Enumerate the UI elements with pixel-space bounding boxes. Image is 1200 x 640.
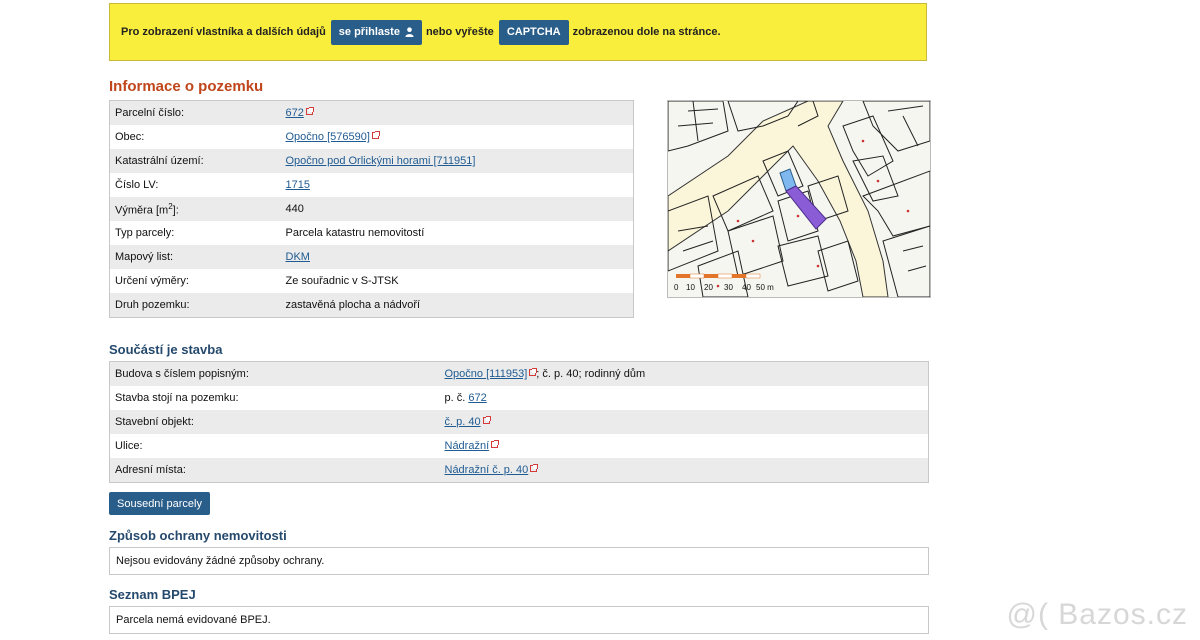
bpej-section-title: Seznam BPEJ: [109, 587, 196, 602]
table-row: Adresní místa: Nádražní č. p. 40: [109, 458, 929, 483]
neighbor-parcels-button[interactable]: Sousední parcely: [109, 492, 210, 515]
table-row: Mapový list: DKM: [109, 245, 634, 269]
table-row: Typ parcely: Parcela katastru nemovitost…: [109, 221, 634, 245]
cadastral-map[interactable]: 0 10 20 30 40 50 m: [667, 100, 931, 298]
bpej-text: Parcela nemá evidované BPEJ.: [116, 614, 271, 626]
stands-on-parcel-link[interactable]: 672: [468, 392, 486, 404]
parcel-section-title: Informace o pozemku: [109, 78, 264, 95]
table-row: Výměra [m2]: 440: [109, 197, 634, 221]
building-suffix: ; č. p. 40; rodinný dům: [536, 368, 646, 380]
address-link[interactable]: Nádražní č. p. 40: [445, 464, 529, 476]
captcha-button-label: CAPTCHA: [506, 25, 561, 38]
lv-number-link[interactable]: 1715: [286, 179, 310, 191]
table-row: Stavba stojí na pozemku: p. č. 672: [109, 386, 929, 410]
table-row: Obec: Opočno [576590]: [109, 125, 634, 149]
banner-text-after: zobrazenou dole na stránce.: [572, 26, 721, 38]
building-link[interactable]: Opočno [111953]: [445, 368, 528, 380]
row-label: Číslo LV:: [109, 173, 281, 197]
map-sheet-link[interactable]: DKM: [286, 251, 310, 263]
table-row: Parcelní číslo: 672: [109, 100, 634, 125]
area-value: 440: [280, 197, 634, 221]
row-label: Stavba stojí na pozemku:: [109, 386, 440, 410]
row-label: Mapový list:: [109, 245, 281, 269]
login-banner: Pro zobrazení vlastníka a dalších údajů …: [109, 3, 927, 61]
scale-label: 20: [704, 283, 713, 292]
parcel-type-value: Parcela katastru nemovitostí: [280, 221, 634, 245]
scale-label: 50 m: [756, 283, 774, 292]
table-row: Budova s číslem popisným: Opočno [111953…: [109, 361, 929, 386]
scale-label: 10: [686, 283, 695, 292]
scale-label: 40: [742, 283, 751, 292]
external-link-icon[interactable]: [305, 107, 314, 115]
banner-text-middle: nebo vyřešte: [425, 26, 494, 38]
scale-label: 0: [674, 283, 679, 292]
external-link-icon[interactable]: [371, 131, 380, 139]
external-link-icon[interactable]: [530, 464, 539, 472]
table-row: Druh pozemku: zastavěná plocha a nádvoří: [109, 293, 634, 318]
table-row: Číslo LV: 1715: [109, 173, 634, 197]
building-section-title: Součástí je stavba: [109, 342, 223, 357]
row-label: Obec:: [109, 125, 281, 149]
row-label: Adresní místa:: [109, 458, 440, 483]
parcel-prefix: p. č.: [444, 392, 469, 404]
external-link-icon[interactable]: [482, 416, 491, 424]
row-label: Parcelní číslo:: [109, 100, 281, 125]
area-determination-value: Ze souřadnic v S-JTSK: [280, 269, 634, 293]
row-label: Ulice:: [109, 434, 440, 458]
bpej-box: Parcela nemá evidované BPEJ.: [109, 606, 929, 634]
map-drawing: 0 10 20 30 40 50 m: [668, 101, 930, 297]
external-link-icon[interactable]: [491, 440, 500, 448]
municipality-link[interactable]: Opočno [576590]: [286, 131, 370, 143]
table-row: Katastrální území: Opočno pod Orlickými …: [109, 149, 634, 173]
row-label: Výměra [m2]:: [109, 197, 281, 221]
user-icon: [405, 27, 414, 37]
cadastral-area-link[interactable]: Opočno pod Orlickými horami [711951]: [286, 155, 476, 167]
parcel-info-table: Parcelní číslo: 672 Obec: Opočno [576590…: [109, 100, 634, 318]
protection-text: Nejsou evidovány žádné způsoby ochrany.: [116, 555, 325, 567]
row-label: Určení výměry:: [109, 269, 281, 293]
captcha-button[interactable]: CAPTCHA: [498, 19, 569, 45]
table-row: Ulice: Nádražní: [109, 434, 929, 458]
scale-label: 30: [724, 283, 733, 292]
banner-text-before: Pro zobrazení vlastníka a dalších údajů: [121, 26, 326, 38]
row-label: Stavební objekt:: [109, 410, 440, 434]
parcel-number-link[interactable]: 672: [286, 107, 304, 119]
protection-box: Nejsou evidovány žádné způsoby ochrany.: [109, 547, 929, 575]
login-button[interactable]: se přihlaste: [330, 19, 422, 45]
building-object-link[interactable]: č. p. 40: [445, 416, 481, 428]
row-label: Budova s číslem popisným:: [109, 361, 440, 386]
login-button-label: se přihlaste: [338, 25, 400, 38]
street-link[interactable]: Nádražní: [445, 440, 490, 452]
row-label: Typ parcely:: [109, 221, 281, 245]
table-row: Stavební objekt: č. p. 40: [109, 410, 929, 434]
row-label: Druh pozemku:: [109, 293, 281, 318]
map-scale-bar: 0 10 20 30 40 50 m: [674, 273, 774, 292]
building-info-table: Budova s číslem popisným: Opočno [111953…: [109, 361, 929, 483]
row-label: Katastrální území:: [109, 149, 281, 173]
external-link-icon[interactable]: [529, 368, 538, 376]
land-type-value: zastavěná plocha a nádvoří: [280, 293, 634, 318]
protection-section-title: Způsob ochrany nemovitosti: [109, 528, 287, 543]
table-row: Určení výměry: Ze souřadnic v S-JTSK: [109, 269, 634, 293]
bazos-watermark: @( Bazos.cz: [1006, 598, 1188, 631]
